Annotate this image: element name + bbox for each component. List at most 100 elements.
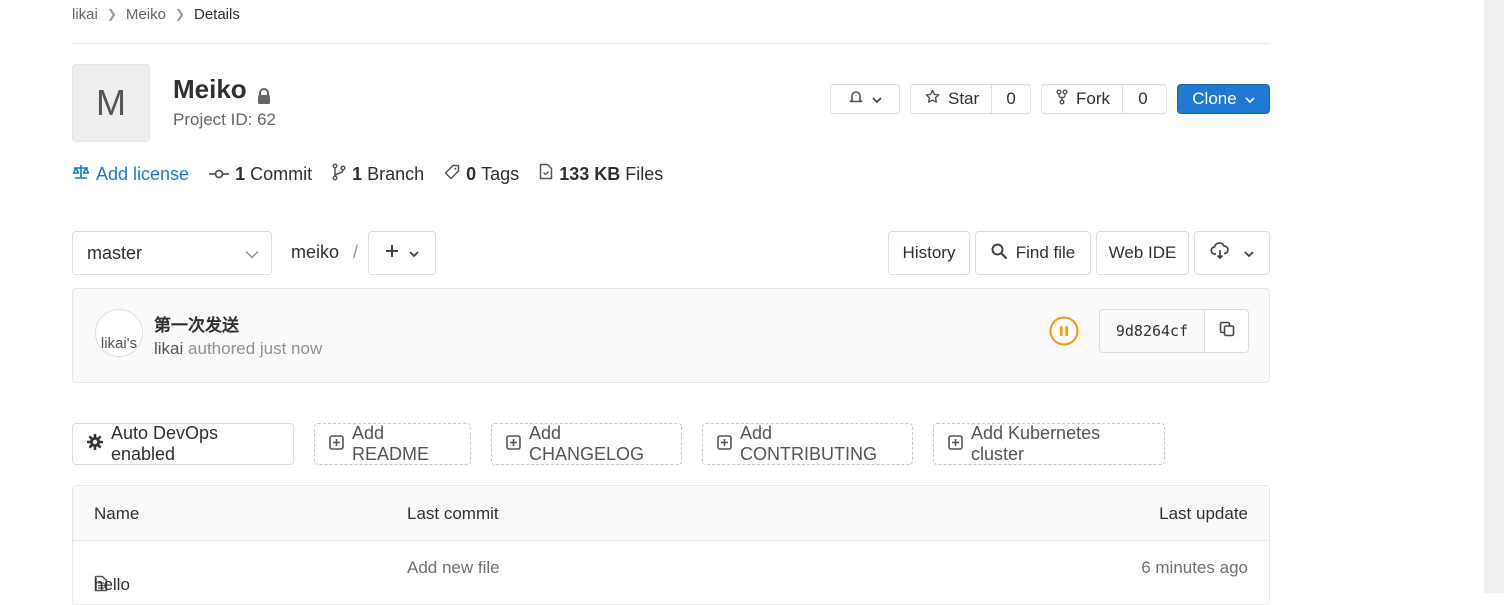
plus-square-icon [506,434,529,455]
tags-count: 0 [466,163,477,184]
commits-count: 1 [235,163,246,184]
column-header-name: Name [94,504,140,523]
file-last-update: 6 minutes ago [1141,558,1248,577]
file-name: hello [94,575,130,594]
search-icon [991,243,1007,264]
breadcrumb-divider [72,43,1270,44]
plus-square-icon [329,434,352,455]
history-label: History [902,243,956,262]
chevron-right-icon: ❯ [106,7,117,21]
add-kubernetes-cluster-button[interactable]: Add Kubernetes cluster [933,423,1165,465]
bell-icon [848,89,864,110]
commit-icon [209,164,235,185]
star-count[interactable]: 0 [992,85,1030,113]
pipeline-status-icon[interactable] [1049,316,1079,346]
chevron-down-icon [245,243,259,264]
file-icon [539,163,559,185]
add-to-tree-button[interactable] [368,231,436,275]
commit-sha[interactable]: 9d8264cf [1100,310,1205,352]
add-kubernetes-label: Add Kubernetes cluster [971,423,1101,464]
tags-label: Tags [481,163,520,184]
fork-button-group: Fork 0 [1041,84,1167,114]
files-table: Name Last commit Last update hello Add n… [72,485,1270,605]
breadcrumb-item-details[interactable]: Details [194,6,240,23]
gear-icon [87,433,111,455]
commits-stat[interactable]: 1 Commit [209,164,312,185]
auto-devops-label: Auto DevOps enabled [111,423,219,464]
branch-select[interactable]: master [72,231,272,275]
branches-count: 1 [352,163,363,184]
add-license-label: Add license [96,163,190,184]
repo-path-root[interactable]: meiko [291,242,339,262]
commit-authored-time: authored just now [188,339,323,358]
tag-icon [444,164,466,185]
add-license-link[interactable]: Add license [72,164,189,185]
fork-button[interactable]: Fork [1042,85,1123,113]
fork-count[interactable]: 0 [1123,85,1163,113]
files-size-stat[interactable]: 133 KB Files [539,163,663,185]
star-button-group: Star 0 [910,84,1031,114]
branches-stat[interactable]: 1 Branch [332,162,425,186]
add-readme-label: Add README [352,423,430,464]
tags-stat[interactable]: 0 Tags [444,164,519,185]
find-file-label: Find file [1015,243,1076,262]
plus-icon [385,243,399,263]
chevron-down-icon [872,89,882,109]
scale-icon [72,164,96,185]
breadcrumb-item-project[interactable]: Meiko [126,6,166,23]
column-header-last-commit: Last commit [407,504,499,523]
branch-select-value: master [87,242,143,263]
lock-icon [257,81,273,104]
history-button[interactable]: History [888,231,970,275]
commit-sha-group: 9d8264cf [1099,309,1249,353]
star-label: Star [948,89,980,108]
files-size-value: 133 KB [559,163,621,184]
project-stats: Add license 1 Commit 1 Branch 0 Tags 133… [72,162,683,186]
chevron-down-icon [1245,89,1255,109]
project-avatar: M [72,64,150,142]
commit-author[interactable]: likai [154,339,183,358]
chevron-down-icon [1244,243,1254,263]
table-row: hello Add new file 6 minutes ago [73,541,1269,594]
repo-path-breadcrumb: meiko / [291,242,358,263]
path-separator: / [353,242,359,262]
branches-label: Branch [367,163,425,184]
fork-icon [1056,89,1068,110]
last-commit-panel: likai's 第一次发送 likai authored just now 9d… [72,288,1270,383]
add-contributing-label: Add CONTRIBUTING [740,423,877,464]
breadcrumb-item-user[interactable]: likai [72,6,98,23]
add-contributing-button[interactable]: Add CONTRIBUTING [702,423,913,465]
files-size-label: Files [625,163,664,184]
add-changelog-button[interactable]: Add CHANGELOG [491,423,682,465]
files-table-header: Name Last commit Last update [73,486,1269,541]
branch-icon [332,162,352,186]
file-last-commit[interactable]: Add new file [407,558,500,578]
auto-devops-button[interactable]: Auto DevOps enabled [72,423,294,465]
add-changelog-label: Add CHANGELOG [529,423,645,464]
commit-meta: likai authored just now [154,339,322,359]
commits-label: Commit [250,163,313,184]
clone-button[interactable]: Clone [1177,84,1270,114]
cloud-download-icon [1210,241,1230,265]
breadcrumb: likai ❯ Meiko ❯ Details [72,4,240,24]
add-readme-button[interactable]: Add README [314,423,471,465]
chevron-right-icon: ❯ [174,7,185,21]
web-ide-label: Web IDE [1108,243,1177,262]
notification-settings-button[interactable] [830,84,900,114]
scrollbar[interactable] [1484,0,1504,593]
find-file-button[interactable]: Find file [975,231,1091,275]
web-ide-button[interactable]: Web IDE [1096,231,1189,275]
plus-square-icon [948,434,971,455]
commit-author-avatar[interactable]: likai's [95,309,143,357]
project-id: Project ID: 62 [173,110,276,129]
fork-label: Fork [1076,89,1110,108]
chevron-down-icon [409,243,419,263]
star-icon [925,89,940,109]
project-name: Meiko [173,74,247,104]
column-header-last-update: Last update [1159,504,1248,523]
copy-sha-button[interactable] [1205,310,1248,352]
star-button[interactable]: Star [911,85,993,113]
commit-title[interactable]: 第一次发送 [154,311,239,336]
download-button[interactable] [1194,231,1270,275]
copy-icon [1219,321,1235,342]
